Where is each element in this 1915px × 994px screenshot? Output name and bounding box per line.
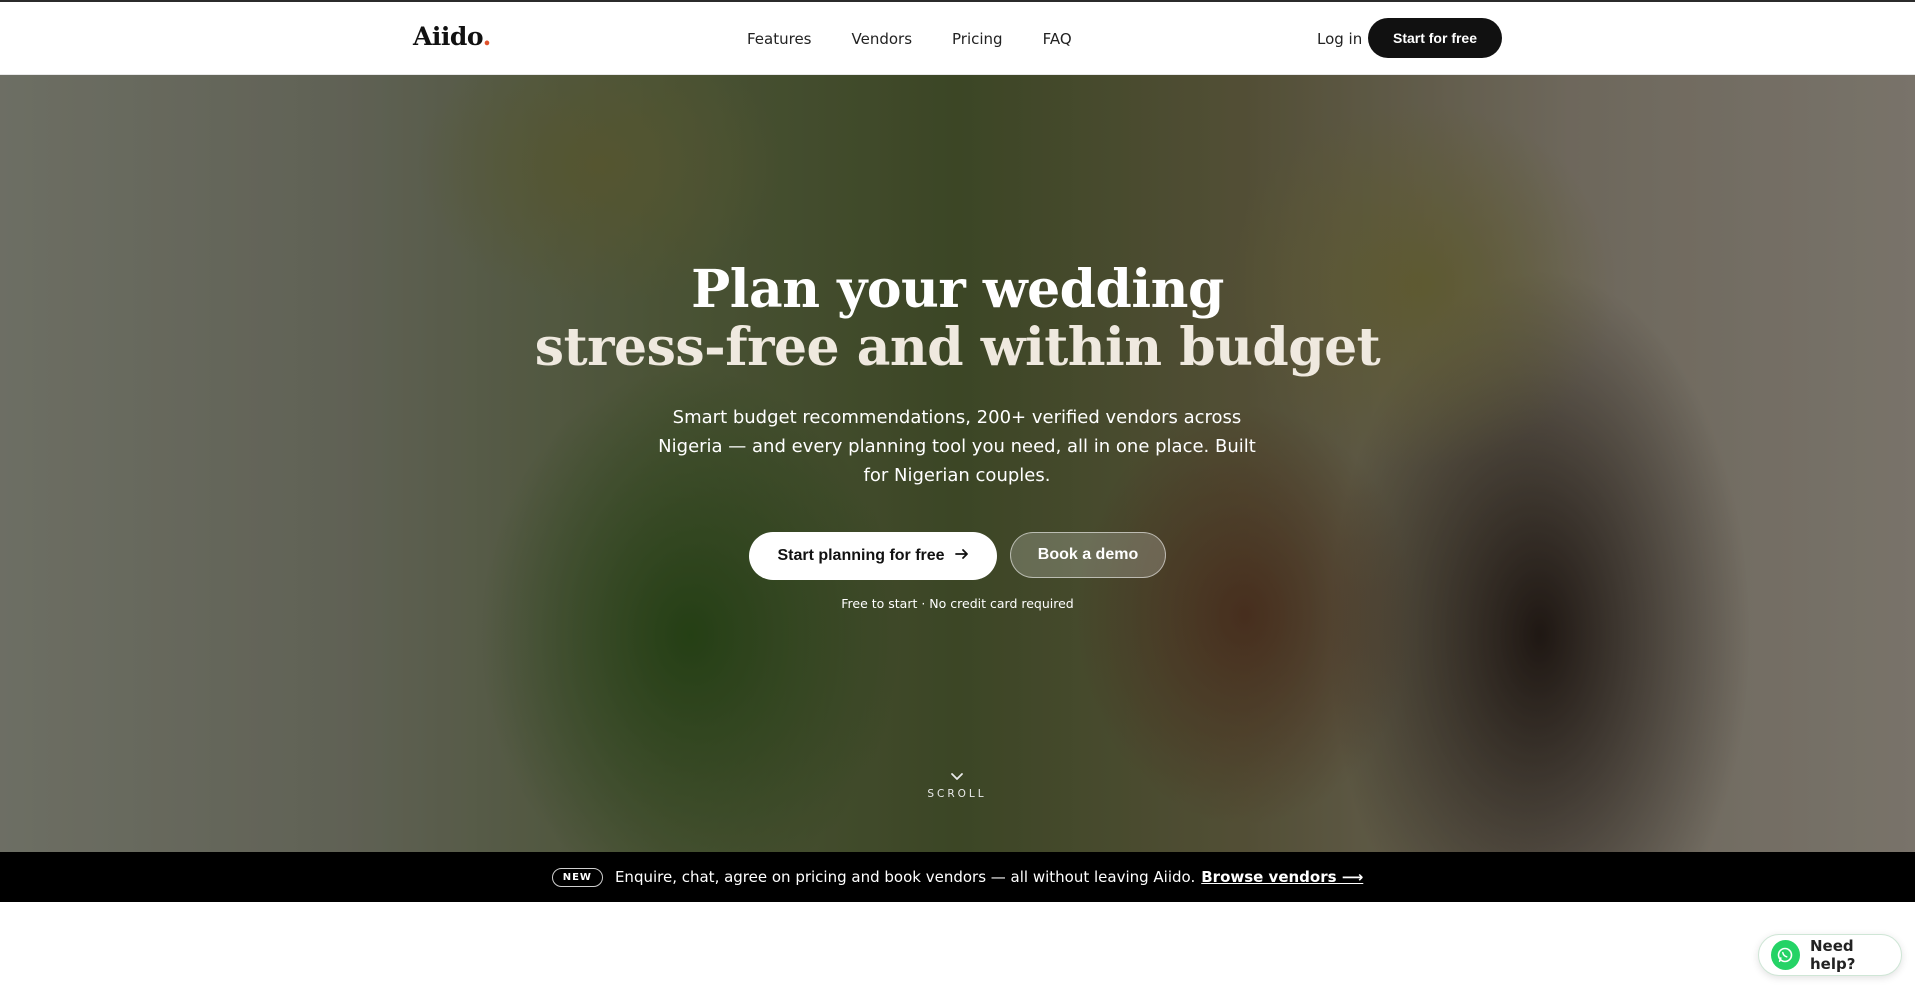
hero-subtitle: Smart budget recommendations, 200+ verif… <box>658 407 1256 486</box>
hero-title-line2: stress-free and within budget <box>534 317 1381 378</box>
nav-links: Features Vendors Pricing FAQ <box>747 30 1072 48</box>
logo[interactable]: Aiido. <box>413 22 491 51</box>
new-badge: NEW <box>551 867 603 887</box>
banner-text: Enquire, chat, agree on pricing and book… <box>614 868 1196 886</box>
announcement-banner: NEW Enquire, chat, agree on pricing and … <box>0 852 1915 902</box>
hero-title-line1: Plan your wedding <box>691 259 1224 320</box>
nav-link-vendors[interactable]: Vendors <box>852 30 913 48</box>
logo-dot: . <box>482 22 492 51</box>
nav-link-features[interactable]: Features <box>747 30 812 48</box>
cta-note: Free to start · No credit card required <box>841 596 1074 611</box>
need-help-label: Need help? <box>1809 937 1856 973</box>
browse-vendors-link[interactable]: Browse vendors ⟶ <box>1201 868 1363 886</box>
chevron-down-icon <box>950 767 964 786</box>
start-planning-button[interactable]: Start planning for free <box>749 532 997 580</box>
logo-text: Aiido <box>413 22 483 51</box>
start-planning-label: Start planning for free <box>777 547 945 564</box>
arrow-right-icon <box>954 547 969 566</box>
hero-section: Plan your wedding stress-free and within… <box>0 75 1915 852</box>
need-help-button[interactable]: Need help? <box>1758 934 1902 976</box>
scroll-label: SCROLL <box>927 788 987 800</box>
nav-link-faq[interactable]: FAQ <box>1043 30 1072 48</box>
start-for-free-button[interactable]: Start for free <box>1368 18 1502 58</box>
nav-link-pricing[interactable]: Pricing <box>952 30 1003 48</box>
whatsapp-icon <box>1771 940 1800 970</box>
book-demo-button[interactable]: Book a demo <box>1010 532 1166 578</box>
scroll-indicator[interactable]: SCROLL <box>907 767 1007 800</box>
login-link[interactable]: Log in <box>1317 30 1362 48</box>
hero-title: Plan your wedding stress-free and within… <box>0 261 1915 377</box>
navbar: Aiido. Features Vendors Pricing FAQ Log … <box>0 2 1915 75</box>
